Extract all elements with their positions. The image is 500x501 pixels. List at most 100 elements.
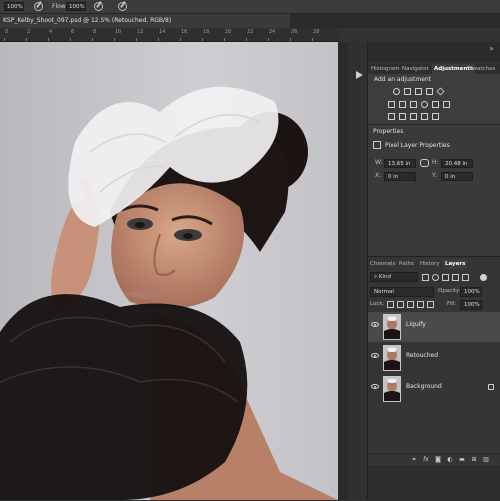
width-field[interactable]: 13.65 in [384,159,416,168]
ruler-tick-label: 24 [269,29,276,35]
document-canvas[interactable] [0,42,338,500]
lock-image-icon[interactable] [397,301,404,308]
airbrush-icon[interactable] [34,2,43,11]
ruler-tick-mark [136,38,137,41]
height-label: H: [432,159,439,166]
y-field[interactable]: 0 in [441,172,473,181]
filter-type-icon[interactable] [442,274,449,281]
fill-field[interactable]: 100% [460,300,482,310]
filter-shape-icon[interactable] [452,274,459,281]
layers-panel-tabs: Channels Paths History Layers [368,259,500,269]
trash-icon[interactable]: ▥ [482,456,490,464]
ruler-tick-mark [246,38,247,41]
ruler-tick-label: 6 [71,29,75,35]
curves-icon[interactable] [415,88,422,95]
tab-channels[interactable]: Channels [370,259,395,269]
panel-dock-header: » [368,42,500,62]
link-layers-icon[interactable]: ⚭ [410,456,418,464]
properties-heading: Properties [373,128,404,135]
ruler-tick-mark [92,38,93,41]
folder-icon[interactable]: ▬ [458,456,466,464]
posterize-icon[interactable] [399,113,406,120]
ruler-tick-mark [26,38,27,41]
x-field[interactable]: 0 in [384,172,416,181]
visibility-eye-icon[interactable] [371,384,379,389]
ruler-tick-mark [180,38,181,41]
visibility-eye-icon[interactable] [371,322,379,327]
play-icon[interactable] [354,70,364,80]
pixel-layer-icon [373,141,381,149]
lock-all-icon[interactable] [427,301,434,308]
hue-saturation-icon[interactable] [388,101,395,108]
lock-icon [488,384,494,390]
brightness-icon[interactable] [393,88,400,95]
ruler-tick-label: 28 [313,29,320,35]
ruler-tick-label: 22 [247,29,254,35]
layer-row-background[interactable]: Background [368,374,500,404]
photo-filter-icon[interactable] [421,101,428,108]
selective-color-icon[interactable] [432,113,439,120]
pressure-icon[interactable] [118,2,127,11]
threshold-icon[interactable] [410,113,417,120]
filter-adjustment-icon[interactable] [432,274,439,281]
fx-icon[interactable]: fx [422,456,430,464]
exposure-icon[interactable] [426,88,433,95]
properties-title: Pixel Layer Properties [385,142,450,149]
layers-panel: Channels Paths History Layers ⌕ Kind Nor… [368,256,500,501]
ruler-tick-label: 16 [181,29,188,35]
lock-position-icon[interactable] [407,301,414,308]
lock-label: Lock: [370,301,385,307]
ruler-tick-label: 8 [93,29,97,35]
levels-icon[interactable] [404,88,411,95]
color-balance-icon[interactable] [399,101,406,108]
flow-dropdown[interactable]: 100% [66,2,86,11]
adjustment-layer-icon[interactable]: ◐ [446,456,454,464]
link-icon[interactable] [420,159,429,167]
vibrance-icon[interactable] [436,87,445,96]
tab-layers[interactable]: Layers [443,259,468,269]
blend-mode-dropdown[interactable]: Normal [370,287,434,297]
lock-artboard-icon[interactable] [417,301,424,308]
ruler-tick-label: 4 [49,29,53,35]
tab-swatches[interactable]: Swatches [469,64,495,74]
opacity-field[interactable]: 100% [460,287,482,297]
panel-icon-column [338,42,348,500]
horizontal-ruler: 0 2 4 6 8 10 12 14 16 18 20 22 24 26 28 [0,28,338,42]
kind-filter-label: Kind [378,274,391,280]
document-tab[interactable]: KSP_Kelby_Shoot_097.psd @ 12.5% (Retouch… [0,14,290,28]
smoothing-icon[interactable] [94,2,103,11]
size-dropdown[interactable]: 100% [4,2,24,11]
mask-icon[interactable]: ◙ [434,456,442,464]
gradient-map-icon[interactable] [421,113,428,120]
black-white-icon[interactable] [410,101,417,108]
layers-footer: ⚭ fx ◙ ◐ ▬ ⊞ ▥ [368,453,500,465]
tab-navigator[interactable]: Navigator [402,64,429,74]
layer-row-retouched[interactable]: Retouched [368,343,500,373]
layer-name: Background [406,383,442,390]
tab-histogram[interactable]: Histogram [371,64,400,74]
visibility-eye-icon[interactable] [371,353,379,358]
invert-icon[interactable] [388,113,395,120]
opacity-label: Opacity: [438,288,461,294]
lock-transparent-icon[interactable] [387,301,394,308]
kind-filter-dropdown[interactable]: ⌕ Kind [370,272,418,282]
ruler-tick-label: 12 [137,29,144,35]
height-field[interactable]: 20.48 in [441,159,473,168]
tab-history[interactable]: History [420,259,440,269]
ruler-tick-label: 10 [115,29,122,35]
filter-smart-object-icon[interactable] [462,274,469,281]
color-lookup-icon[interactable] [443,101,450,108]
adjustments-panel: Add an adjustment [368,74,500,124]
filter-toggle-icon[interactable] [480,274,487,281]
new-layer-icon[interactable]: ⊞ [470,456,478,464]
layer-thumbnail [383,345,401,371]
tab-paths[interactable]: Paths [399,259,414,269]
filter-pixel-icon[interactable] [422,274,429,281]
channel-mixer-icon[interactable] [432,101,439,108]
ruler-tick-mark [4,38,5,41]
layer-name: Liquify [406,321,426,328]
ruler-tick-label: 0 [5,29,9,35]
collapse-panels-icon[interactable]: » [489,45,494,53]
layer-row-liquify[interactable]: Liquify [368,312,500,342]
portrait-image [0,42,338,500]
